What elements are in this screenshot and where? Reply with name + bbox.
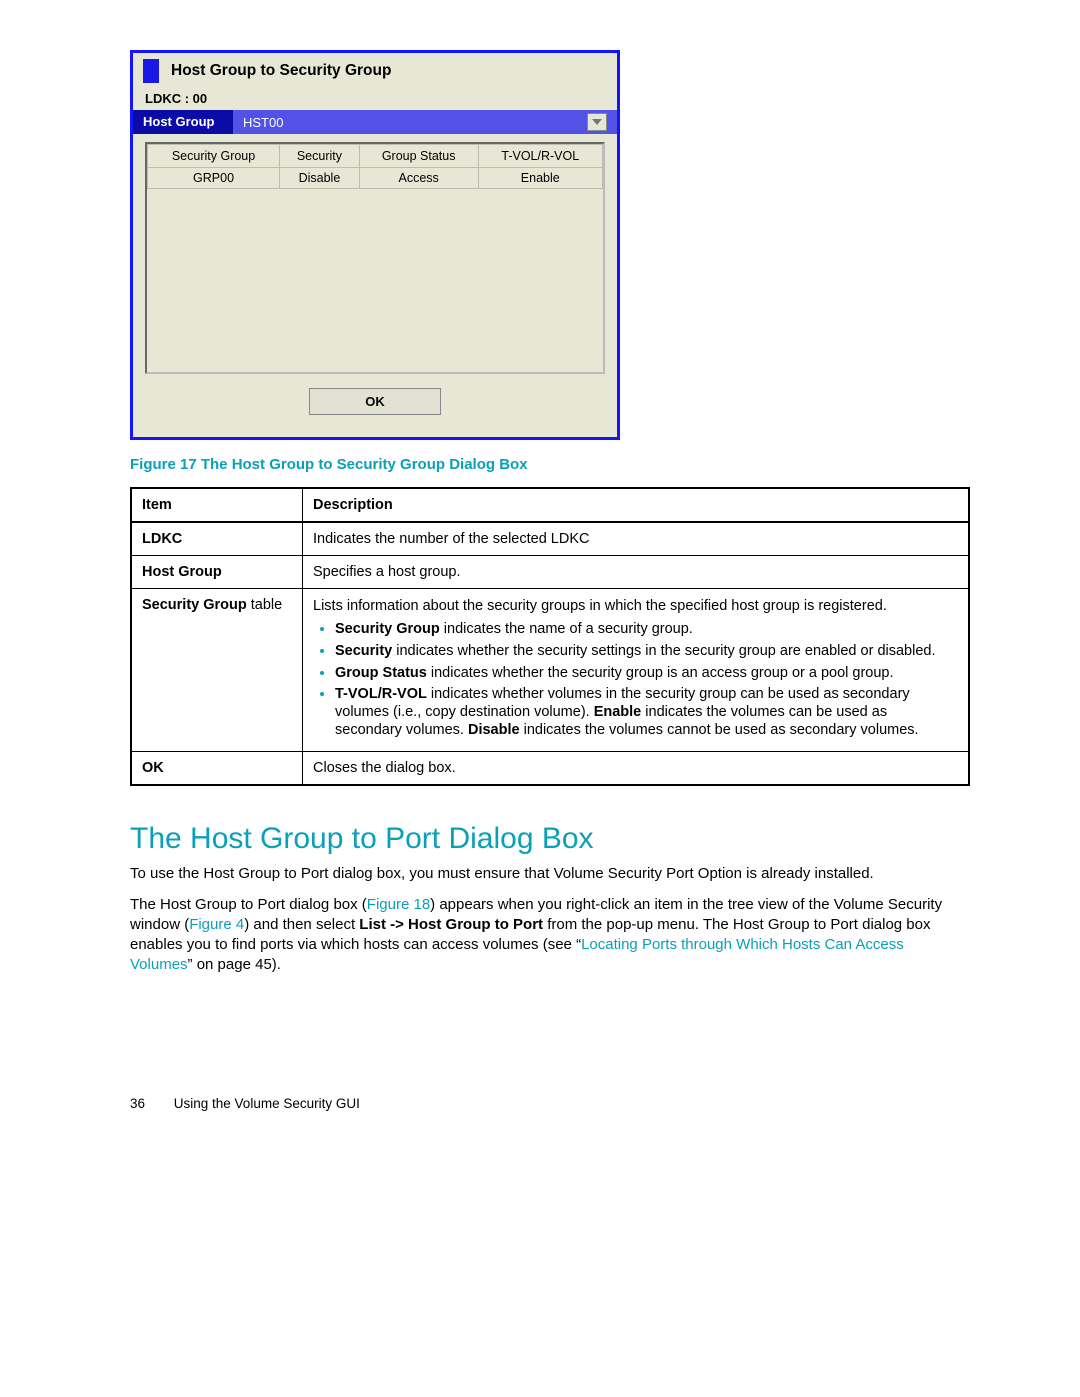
- host-group-to-security-group-dialog: Host Group to Security Group LDKC : 00 H…: [130, 50, 620, 440]
- body-paragraph: The Host Group to Port dialog box (Figur…: [130, 895, 970, 976]
- table-row: Security Group table Lists information a…: [131, 589, 969, 752]
- col-security-group: Security Group: [148, 145, 280, 168]
- list-item: T-VOL/R-VOL indicates whether volumes in…: [335, 686, 958, 739]
- host-group-select[interactable]: HST00: [233, 110, 617, 134]
- description-table: Item Description LDKC Indicates the numb…: [130, 487, 970, 786]
- chapter-title: Using the Volume Security GUI: [174, 1096, 360, 1111]
- body-paragraph: To use the Host Group to Port dialog box…: [130, 864, 970, 884]
- table-row: Host Group Specifies a host group.: [131, 556, 969, 589]
- security-group-table[interactable]: Security Group Security Group Status T-V…: [145, 142, 605, 374]
- col-security: Security: [280, 145, 360, 168]
- cell-security: Disable: [280, 168, 360, 189]
- figure-caption: Figure 17 The Host Group to Security Gro…: [130, 456, 970, 473]
- item-ok: OK: [131, 752, 303, 786]
- col-tvol-rvol: T-VOL/R-VOL: [478, 145, 602, 168]
- list-item: Security indicates whether the security …: [335, 643, 958, 661]
- desc-security-group-table: Lists information about the security gro…: [303, 589, 970, 752]
- figure-18-link[interactable]: Figure 18: [367, 896, 430, 913]
- chevron-down-icon[interactable]: [587, 113, 607, 131]
- desc-ok: Closes the dialog box.: [303, 752, 970, 786]
- desc-host-group: Specifies a host group.: [303, 556, 970, 589]
- host-group-row: Host Group HST00: [133, 110, 617, 134]
- list-item: Group Status indicates whether the secur…: [335, 665, 958, 683]
- host-group-label: Host Group: [133, 110, 233, 134]
- list-item: Security Group indicates the name of a s…: [335, 621, 958, 639]
- cell-tvol-rvol: Enable: [478, 168, 602, 189]
- table-row[interactable]: GRP00 Disable Access Enable: [148, 168, 603, 189]
- cell-security-group: GRP00: [148, 168, 280, 189]
- section-heading: The Host Group to Port Dialog Box: [130, 822, 970, 856]
- ok-button[interactable]: OK: [309, 388, 441, 415]
- figure-4-link[interactable]: Figure 4: [189, 916, 244, 933]
- header-item: Item: [131, 488, 303, 522]
- item-host-group: Host Group: [131, 556, 303, 589]
- ldkc-label: LDKC : 00: [133, 91, 617, 110]
- cell-group-status: Access: [359, 168, 478, 189]
- item-security-group-table: Security Group table: [131, 589, 303, 752]
- dialog-title: Host Group to Security Group: [171, 62, 391, 80]
- desc-ldkc: Indicates the number of the selected LDK…: [303, 522, 970, 556]
- page-footer: 36 Using the Volume Security GUI: [130, 1096, 970, 1111]
- col-group-status: Group Status: [359, 145, 478, 168]
- page-number: 36: [130, 1096, 170, 1111]
- table-row: LDKC Indicates the number of the selecte…: [131, 522, 969, 556]
- table-row: OK Closes the dialog box.: [131, 752, 969, 786]
- dialog-titlebar: Host Group to Security Group: [133, 53, 617, 91]
- host-group-value: HST00: [243, 115, 283, 130]
- item-ldkc: LDKC: [131, 522, 303, 556]
- table-header-row: Security Group Security Group Status T-V…: [148, 145, 603, 168]
- title-marker-icon: [143, 59, 159, 83]
- header-description: Description: [303, 488, 970, 522]
